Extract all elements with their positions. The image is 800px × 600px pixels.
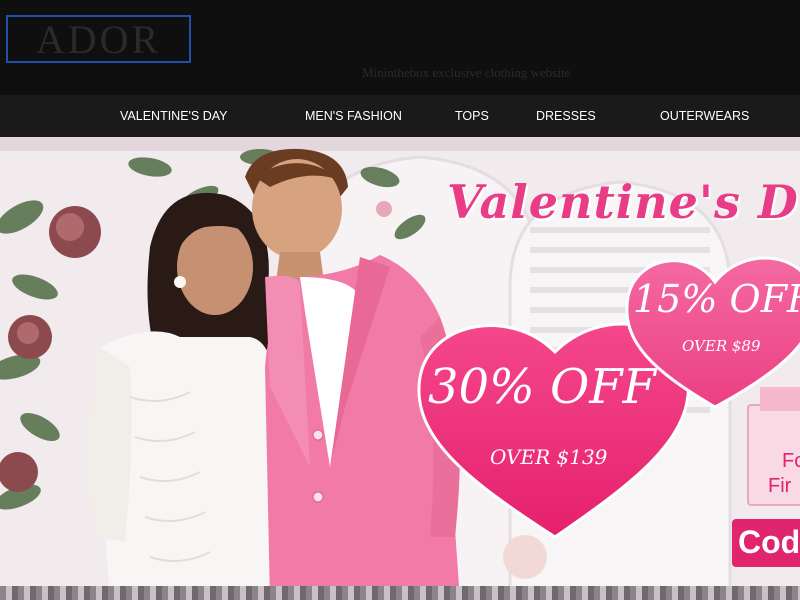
glitter-strip (0, 586, 800, 600)
site-tagline: Mininthebox exclusive clothing website (362, 65, 571, 80)
nav-item-valentines-day[interactable]: VALENTINE'S DAY (120, 95, 228, 137)
nav-item-mens-fashion[interactable]: MEN'S FASHION (305, 95, 402, 137)
promo-banner[interactable]: Valentine's D 30% OFF OVER $139 15% OFF … (0, 137, 800, 600)
nav-item-dresses[interactable]: DRESSES (536, 95, 596, 137)
nav-item-tops[interactable]: TOPS (455, 95, 489, 137)
card-text-line-2: Fir (768, 475, 792, 497)
logo-text: ADOR (35, 16, 162, 62)
offer-30-condition: OVER $139 (490, 445, 608, 469)
banner-title: Valentine's D (447, 175, 799, 229)
card-text-line-1: Fo (782, 450, 800, 472)
offer-15-discount: 15% OFF (633, 277, 800, 321)
promo-code-label[interactable]: Code (738, 524, 800, 561)
offer-30-discount: 30% OFF (428, 359, 656, 415)
nav-item-outerwears[interactable]: OUTERWEARS (660, 95, 749, 137)
site-header: ADOR Mininthebox exclusive clothing webs… (0, 0, 800, 95)
logo[interactable]: ADOR (6, 15, 191, 63)
main-nav: VALENTINE'S DAY MEN'S FASHION TOPS DRESS… (0, 95, 800, 137)
offer-15-condition: OVER $89 (682, 337, 761, 355)
